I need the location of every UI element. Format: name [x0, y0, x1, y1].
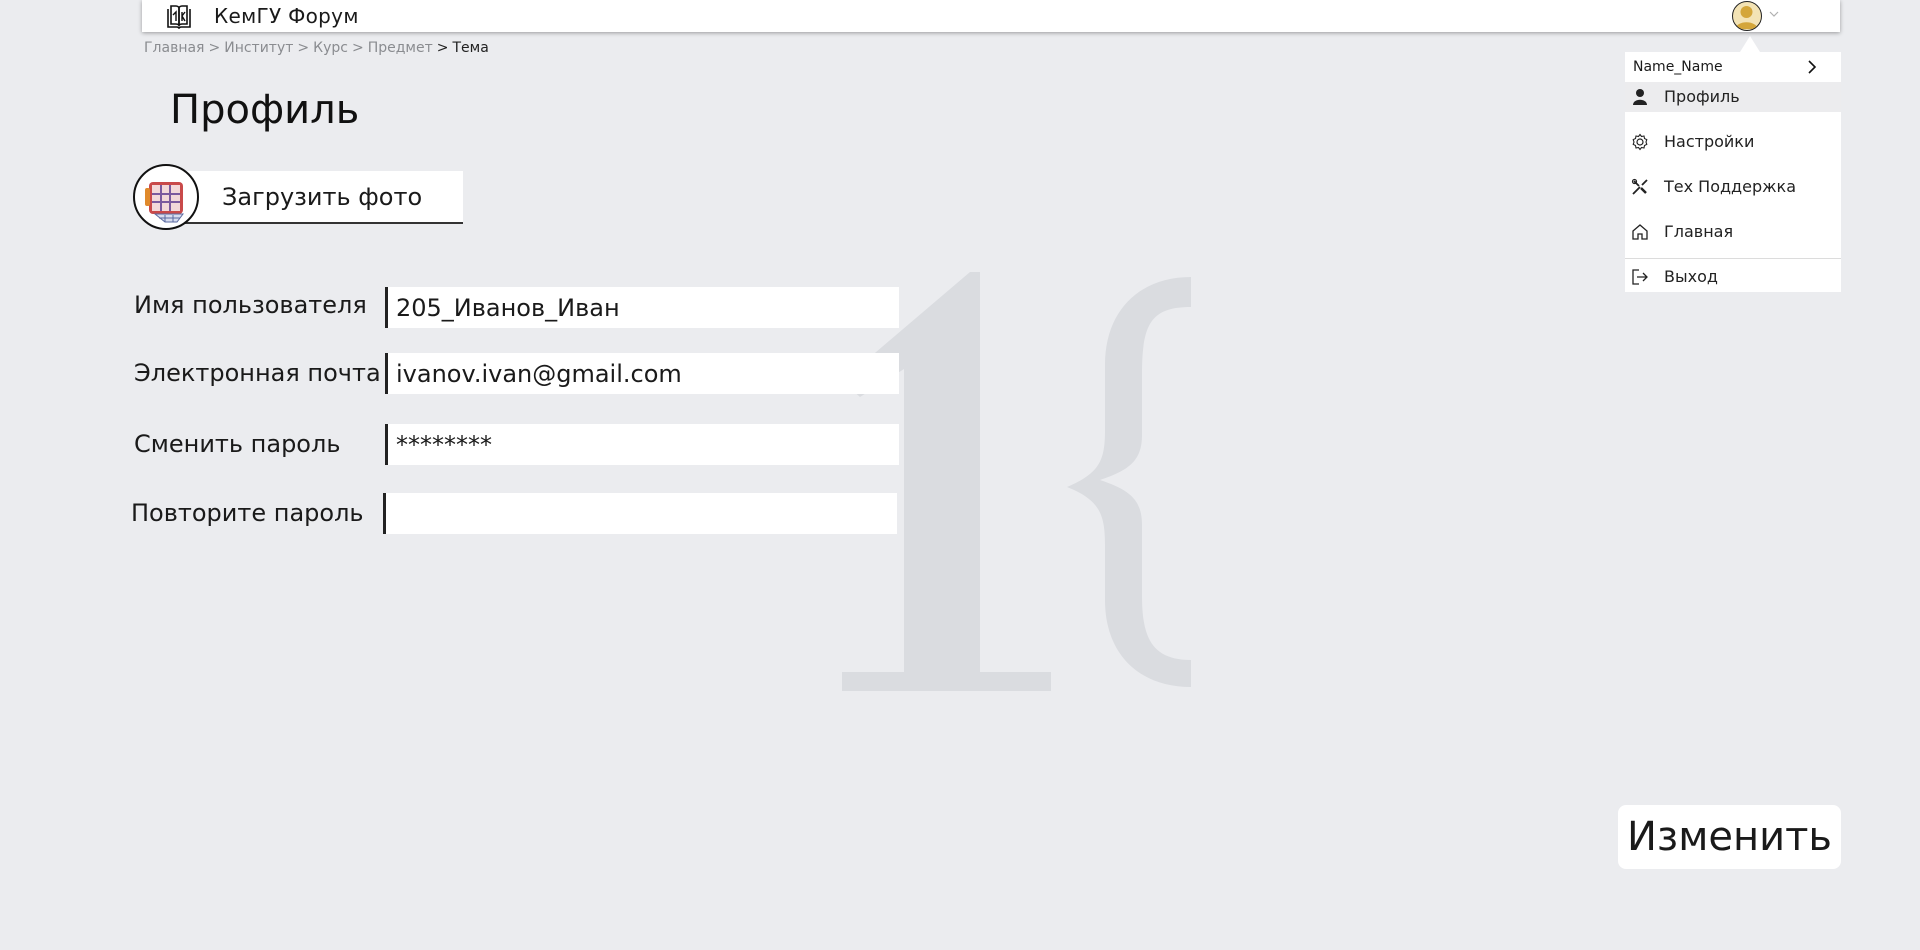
app-title[interactable]: КемГУ Форум	[214, 4, 359, 28]
repeat-password-input[interactable]	[383, 493, 897, 534]
dropdown-item-profile[interactable]: Профиль	[1625, 82, 1841, 112]
breadcrumb-institute[interactable]: Институт	[224, 40, 293, 56]
dropdown-user-name: Name_Name	[1633, 59, 1723, 75]
home-icon	[1632, 224, 1648, 240]
dropdown-item-home[interactable]: Главная	[1625, 217, 1841, 247]
breadcrumb-separator: >	[208, 40, 221, 56]
submit-changes-button[interactable]: Изменить	[1618, 805, 1841, 869]
dropdown-item-label: Главная	[1664, 222, 1734, 241]
username-label: Имя пользователя	[134, 291, 367, 319]
dropdown-item-label: Тех Поддержка	[1664, 177, 1796, 196]
upload-photo-label: Загрузить фото	[222, 183, 423, 211]
profile-photo[interactable]	[133, 164, 199, 230]
breadcrumb-current: Тема	[452, 40, 489, 56]
breadcrumb: Главная > Институт > Курс > Предмет > Тема	[144, 39, 491, 57]
tools-icon	[1631, 178, 1648, 195]
repeat-password-label: Повторите пароль	[131, 499, 364, 527]
profile-photo-image	[137, 168, 195, 226]
change-password-label: Сменить пароль	[134, 430, 341, 458]
dropdown-divider	[1625, 258, 1841, 259]
upload-photo-button[interactable]: Загрузить фото	[182, 171, 463, 224]
top-bar: КемГУ Форум	[142, 0, 1840, 32]
page-title: Профиль	[170, 87, 360, 133]
breadcrumb-separator: >	[436, 40, 449, 56]
dropdown-item-label: Профиль	[1664, 87, 1740, 106]
book-logo-icon[interactable]	[166, 3, 192, 29]
email-label: Электронная почта	[134, 359, 381, 387]
user-avatar-button[interactable]	[1732, 1, 1762, 31]
chevron-down-icon[interactable]	[1768, 8, 1780, 20]
gear-icon	[1632, 133, 1648, 151]
chevron-right-icon	[1808, 60, 1817, 74]
breadcrumb-subject[interactable]: Предмет	[368, 40, 433, 56]
dropdown-item-logout[interactable]: Выход	[1625, 262, 1841, 292]
dropdown-item-settings[interactable]: Настройки	[1625, 127, 1841, 157]
dropdown-item-support[interactable]: Тех Поддержка	[1625, 172, 1841, 202]
email-input[interactable]	[385, 353, 899, 394]
user-dropdown-menu: Name_Name Профиль Настройки Тех Поддержк…	[1625, 52, 1841, 292]
user-avatar-icon	[1735, 6, 1758, 29]
breadcrumb-separator: >	[351, 40, 364, 56]
change-password-input[interactable]	[385, 424, 899, 465]
dropdown-user-row[interactable]: Name_Name	[1625, 52, 1841, 82]
breadcrumb-separator: >	[297, 40, 310, 56]
username-input[interactable]	[385, 287, 899, 328]
dropdown-pointer	[1740, 36, 1760, 52]
breadcrumb-home[interactable]: Главная	[144, 40, 204, 56]
dropdown-item-label: Настройки	[1664, 132, 1755, 151]
breadcrumb-course[interactable]: Курс	[313, 40, 348, 56]
dropdown-item-label: Выход	[1664, 267, 1718, 286]
user-icon	[1633, 89, 1647, 105]
logout-icon	[1632, 269, 1648, 285]
